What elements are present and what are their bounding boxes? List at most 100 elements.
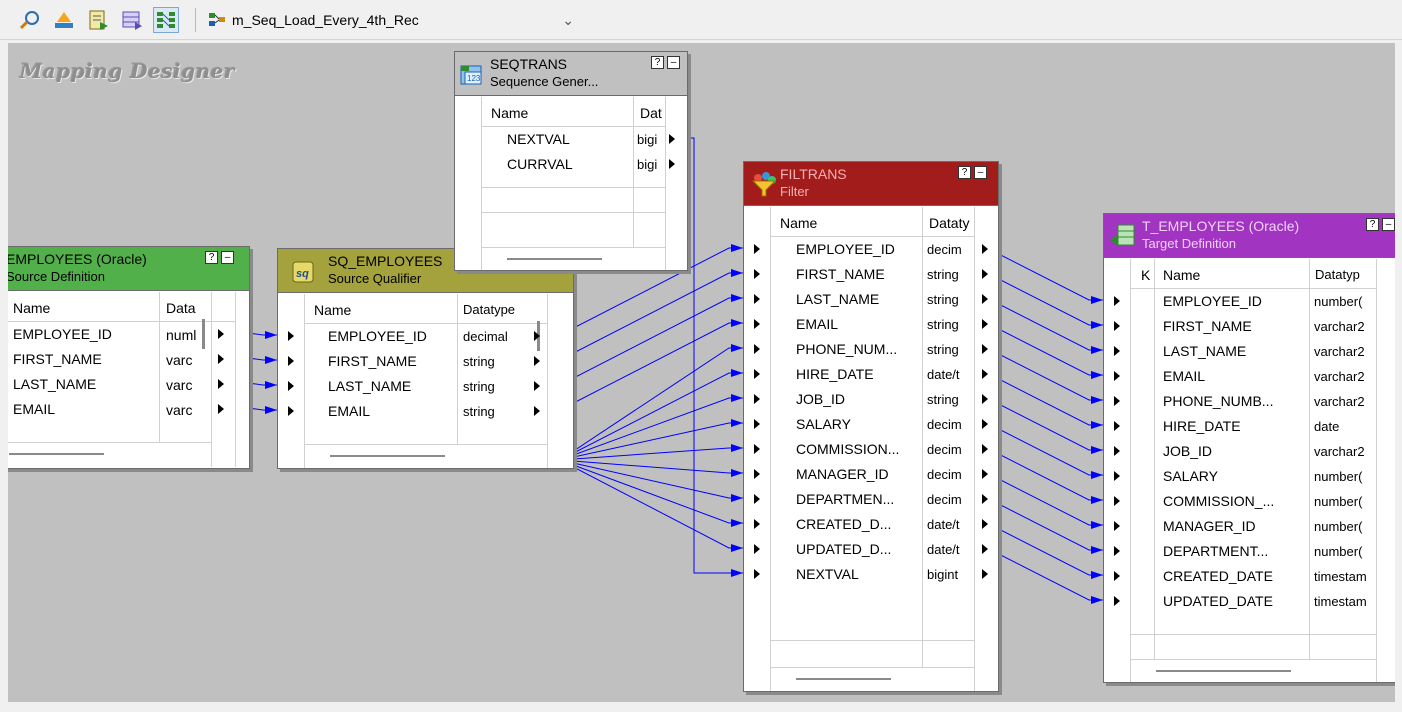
input-port-arrow-icon[interactable] xyxy=(1114,321,1120,331)
mapping-selector[interactable]: m_Seq_Load_Every_4th_Rec ⌄ xyxy=(204,8,580,32)
output-port-arrow-icon[interactable] xyxy=(669,134,675,144)
output-port-arrow-icon[interactable] xyxy=(982,319,988,329)
port-row[interactable]: EMAIL varc xyxy=(8,397,235,422)
output-port-arrow-icon[interactable] xyxy=(218,354,224,364)
output-port-arrow-icon[interactable] xyxy=(982,394,988,404)
input-port-arrow-icon[interactable] xyxy=(754,294,760,304)
output-port-arrow-icon[interactable] xyxy=(982,494,988,504)
port-row[interactable]: FIRST_NAME string xyxy=(278,349,547,374)
input-port-arrow-icon[interactable] xyxy=(754,469,760,479)
output-port-arrow-icon[interactable] xyxy=(982,369,988,379)
port-row[interactable]: LAST_NAME varchar2 xyxy=(1104,339,1376,364)
input-port-arrow-icon[interactable] xyxy=(754,319,760,329)
output-port-arrow-icon[interactable] xyxy=(982,444,988,454)
source-definition[interactable]: EMPLOYEES (Oracle) Source Definition ? –… xyxy=(8,246,250,469)
input-port-arrow-icon[interactable] xyxy=(754,244,760,254)
output-port-arrow-icon[interactable] xyxy=(534,381,540,391)
port-row[interactable]: JOB_ID string xyxy=(744,387,998,412)
connect-icon[interactable] xyxy=(17,7,43,33)
port-row[interactable]: MANAGER_ID decim xyxy=(744,462,998,487)
port-row[interactable]: CREATED_DATE timestam xyxy=(1104,564,1376,589)
input-port-arrow-icon[interactable] xyxy=(754,419,760,429)
source-definition-header[interactable]: EMPLOYEES (Oracle) Source Definition ? – xyxy=(8,247,249,291)
port-row[interactable]: EMPLOYEE_ID numl xyxy=(8,322,235,347)
port-row[interactable]: LAST_NAME string xyxy=(744,287,998,312)
input-port-arrow-icon[interactable] xyxy=(1114,521,1120,531)
port-row[interactable]: LAST_NAME varc xyxy=(8,372,235,397)
output-port-arrow-icon[interactable] xyxy=(982,519,988,529)
port-row[interactable]: NEXTVAL bigi xyxy=(455,127,675,152)
link-ports-icon[interactable] xyxy=(153,7,179,33)
port-row[interactable]: CREATED_D... date/t xyxy=(744,512,998,537)
port-row[interactable]: SALARY number( xyxy=(1104,464,1376,489)
output-port-arrow-icon[interactable] xyxy=(669,159,675,169)
target-definition[interactable]: T_EMPLOYEES (Oracle) Target Definition ?… xyxy=(1103,213,1395,683)
output-port-arrow-icon[interactable] xyxy=(982,269,988,279)
input-port-arrow-icon[interactable] xyxy=(1114,571,1120,581)
output-port-arrow-icon[interactable] xyxy=(982,569,988,579)
input-port-arrow-icon[interactable] xyxy=(1114,446,1120,456)
output-port-arrow-icon[interactable] xyxy=(534,331,540,341)
output-port-arrow-icon[interactable] xyxy=(982,344,988,354)
port-row[interactable]: CURRVAL bigi xyxy=(455,152,675,177)
port-row[interactable]: EMAIL string xyxy=(744,312,998,337)
output-port-arrow-icon[interactable] xyxy=(534,356,540,366)
port-row[interactable]: MANAGER_ID number( xyxy=(1104,514,1376,539)
port-row[interactable]: HIRE_DATE date xyxy=(1104,414,1376,439)
mapping-canvas[interactable]: Mapping Designer EMPLOYEES (Oracle) Sour… xyxy=(8,43,1395,702)
input-port-arrow-icon[interactable] xyxy=(288,356,294,366)
port-row[interactable]: PHONE_NUMB... varchar2 xyxy=(1104,389,1376,414)
port-row[interactable]: FIRST_NAME varc xyxy=(8,347,235,372)
input-port-arrow-icon[interactable] xyxy=(754,269,760,279)
input-port-arrow-icon[interactable] xyxy=(1114,496,1120,506)
port-row[interactable]: SALARY decim xyxy=(744,412,998,437)
port-row[interactable]: DEPARTMEN... decim xyxy=(744,487,998,512)
help-icon[interactable]: ? xyxy=(205,251,218,264)
minimize-icon[interactable]: – xyxy=(1382,218,1395,231)
port-row[interactable]: NEXTVAL bigint xyxy=(744,562,998,587)
output-port-arrow-icon[interactable] xyxy=(534,406,540,416)
output-port-arrow-icon[interactable] xyxy=(218,404,224,414)
import-icon[interactable] xyxy=(85,7,111,33)
input-port-arrow-icon[interactable] xyxy=(754,369,760,379)
sequence-generator[interactable]: 123 SEQTRANS Sequence Gener... ? – Name … xyxy=(454,51,688,271)
input-port-arrow-icon[interactable] xyxy=(1114,596,1120,606)
port-row[interactable]: EMPLOYEE_ID decimal xyxy=(278,324,547,349)
output-port-arrow-icon[interactable] xyxy=(982,244,988,254)
input-port-arrow-icon[interactable] xyxy=(1114,371,1120,381)
input-port-arrow-icon[interactable] xyxy=(288,331,294,341)
output-port-arrow-icon[interactable] xyxy=(218,329,224,339)
input-port-arrow-icon[interactable] xyxy=(1114,421,1120,431)
port-row[interactable]: LAST_NAME string xyxy=(278,374,547,399)
source-qualifier[interactable]: sq SQ_EMPLOYEES Source Qualifier Name Da… xyxy=(277,248,574,469)
port-row[interactable]: EMPLOYEE_ID decim xyxy=(744,237,998,262)
port-row[interactable]: EMPLOYEE_ID number( xyxy=(1104,289,1376,314)
target-definition-header[interactable]: T_EMPLOYEES (Oracle) Target Definition ?… xyxy=(1104,214,1395,258)
port-row[interactable]: UPDATED_DATE timestam xyxy=(1104,589,1376,614)
port-row[interactable]: DEPARTMENT... number( xyxy=(1104,539,1376,564)
port-row[interactable]: EMAIL varchar2 xyxy=(1104,364,1376,389)
input-port-arrow-icon[interactable] xyxy=(754,544,760,554)
port-row[interactable]: FIRST_NAME varchar2 xyxy=(1104,314,1376,339)
arrange-icon[interactable] xyxy=(51,7,77,33)
help-icon[interactable]: ? xyxy=(1366,218,1379,231)
port-row[interactable]: UPDATED_D... date/t xyxy=(744,537,998,562)
filter-transformation[interactable]: FILTRANS Filter ? – Name Dataty EMPLOYEE… xyxy=(743,161,999,692)
minimize-icon[interactable]: – xyxy=(221,251,234,264)
chevron-down-icon[interactable]: ⌄ xyxy=(562,12,574,29)
port-row[interactable]: COMMISSION_... number( xyxy=(1104,489,1376,514)
minimize-icon[interactable]: – xyxy=(974,166,987,179)
port-row[interactable]: EMAIL string xyxy=(278,399,547,424)
input-port-arrow-icon[interactable] xyxy=(754,569,760,579)
input-port-arrow-icon[interactable] xyxy=(1114,396,1120,406)
input-port-arrow-icon[interactable] xyxy=(754,444,760,454)
port-row[interactable]: COMMISSION... decim xyxy=(744,437,998,462)
output-port-arrow-icon[interactable] xyxy=(982,294,988,304)
input-port-arrow-icon[interactable] xyxy=(1114,296,1120,306)
input-port-arrow-icon[interactable] xyxy=(754,494,760,504)
input-port-arrow-icon[interactable] xyxy=(1114,471,1120,481)
output-port-arrow-icon[interactable] xyxy=(982,469,988,479)
input-port-arrow-icon[interactable] xyxy=(288,406,294,416)
input-port-arrow-icon[interactable] xyxy=(288,381,294,391)
table-view-icon[interactable] xyxy=(119,7,145,33)
